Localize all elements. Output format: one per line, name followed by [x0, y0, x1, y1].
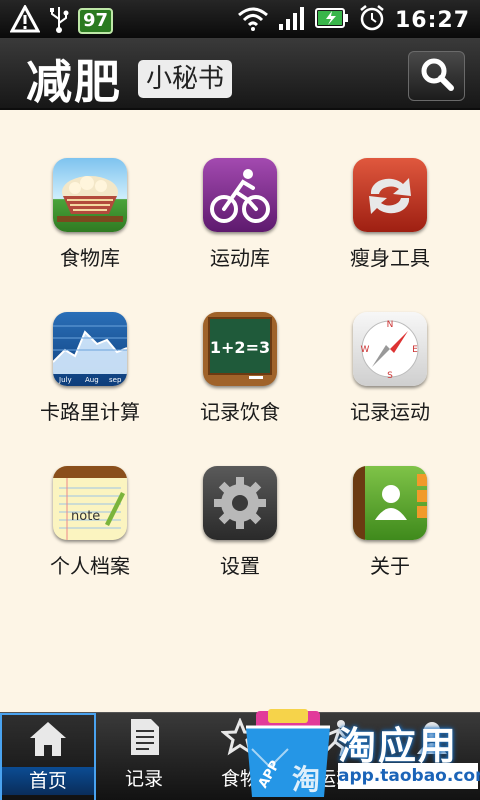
- compass-letter: S: [387, 371, 393, 381]
- tile-record-exercise[interactable]: N S W E 记录运动: [315, 312, 465, 425]
- charging-battery-icon: [314, 6, 349, 34]
- tile-label: 设置: [220, 554, 260, 578]
- tile-label: 瘦身工具: [350, 246, 430, 270]
- tab-home[interactable]: 首页: [0, 713, 96, 800]
- food-bowl-icon: [53, 158, 127, 232]
- compass-icon: N S W E: [353, 312, 427, 386]
- chalkboard-text: 1+2=3: [210, 338, 270, 357]
- tile-label: 运动库: [210, 246, 270, 270]
- tile-food-library[interactable]: 食物库: [15, 158, 165, 271]
- search-button[interactable]: [408, 51, 465, 101]
- app-title: 减肥: [26, 55, 122, 109]
- notepad-icon: note: [53, 466, 127, 540]
- battery-level-badge: 97: [78, 8, 114, 34]
- tile-label: 个人档案: [50, 554, 130, 578]
- search-icon: [419, 56, 455, 96]
- gear-icon: [203, 466, 277, 540]
- notepad-text: note: [71, 509, 100, 524]
- tile-label: 食物库: [60, 246, 120, 270]
- chalkboard-icon: 1+2=3: [203, 312, 277, 386]
- tile-label: 记录饮食: [200, 400, 280, 424]
- home-icon: [28, 720, 68, 762]
- tab-records[interactable]: 记录: [96, 713, 192, 800]
- app-header: 减肥 小秘书: [0, 38, 480, 110]
- cyclist-icon: [203, 158, 277, 232]
- shopping-bag-icon: APP 淘: [244, 709, 332, 799]
- tile-calorie-calculator[interactable]: July Aug sep 卡路里计算: [15, 312, 165, 425]
- compass-letter: E: [412, 345, 418, 355]
- usb-icon: [48, 5, 70, 37]
- refresh-arrows-icon: [353, 158, 427, 232]
- alarm-icon: [358, 4, 386, 36]
- tile-label: 关于: [370, 554, 410, 578]
- promo-bag-char: 淘: [292, 763, 320, 796]
- tile-personal-profile[interactable]: note 个人档案: [15, 466, 165, 579]
- status-bar: 97 16:27: [0, 0, 480, 38]
- function-grid: 食物库 运动库 瘦身工具 July Aug sep 卡路里计算 1+2=3 记录…: [0, 112, 480, 712]
- compass-letter: W: [361, 345, 370, 355]
- wifi-icon: [237, 5, 269, 35]
- taobao-app-promo[interactable]: APP 淘 淘应用 app.taobao.com: [240, 705, 480, 800]
- tile-label: 记录运动: [350, 400, 430, 424]
- chart-month-label: July: [58, 376, 72, 384]
- promo-brand: 淘应用: [338, 724, 459, 768]
- tile-exercise-library[interactable]: 运动库: [165, 158, 315, 271]
- tab-label: 记录: [124, 768, 163, 790]
- tile-about[interactable]: 关于: [315, 466, 465, 579]
- tab-label: 首页: [2, 767, 94, 795]
- clock: 16:27: [394, 7, 470, 33]
- promo-url: app.taobao.com: [338, 763, 480, 789]
- contacts-book-icon: [353, 466, 427, 540]
- chart-month-label: Aug: [85, 376, 99, 384]
- tile-slimming-tools[interactable]: 瘦身工具: [315, 158, 465, 271]
- document-icon: [127, 717, 161, 761]
- tile-label: 卡路里计算: [40, 400, 140, 424]
- compass-letter: N: [387, 320, 394, 330]
- app-subtitle: 小秘书: [138, 60, 233, 98]
- signal-icon: [278, 5, 306, 35]
- chart-month-label: sep: [109, 376, 122, 384]
- tile-settings[interactable]: 设置: [165, 466, 315, 579]
- tile-record-diet[interactable]: 1+2=3 记录饮食: [165, 312, 315, 425]
- warning-icon: [9, 3, 41, 37]
- line-chart-icon: July Aug sep: [53, 312, 127, 386]
